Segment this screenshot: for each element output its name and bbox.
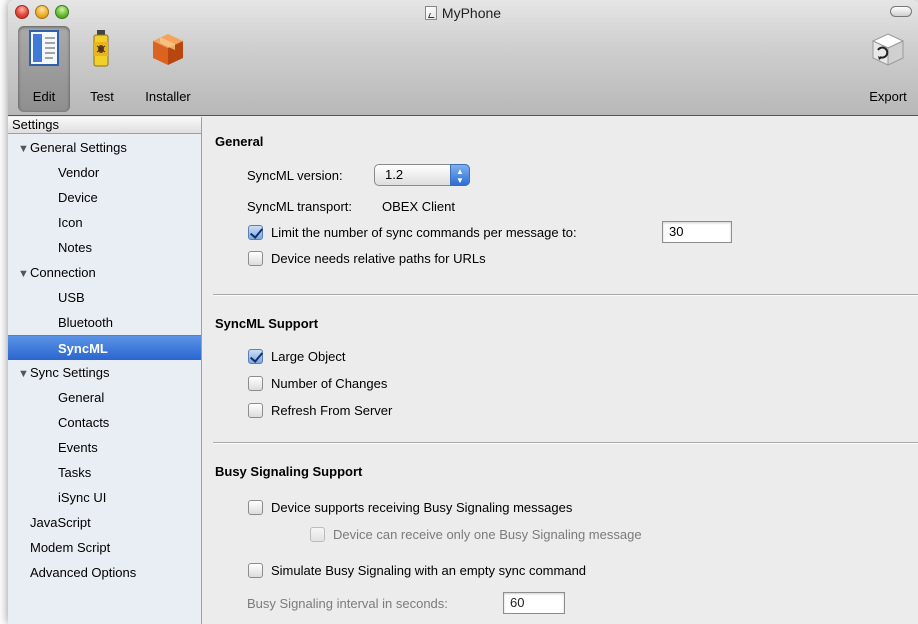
syncml-support-section-title: SyncML Support [215, 316, 319, 331]
sidebar-item-general-settings[interactable]: ▼General Settings [8, 135, 201, 160]
general-section-title: General [215, 134, 264, 149]
sidebar-item-general[interactable]: General [8, 385, 201, 410]
sidebar-item-vendor[interactable]: Vendor [8, 160, 201, 185]
sidebar-item-device[interactable]: Device [8, 185, 201, 210]
sidebar-item-usb[interactable]: USB [8, 285, 201, 310]
installer-toolbar-button[interactable]: Installer [136, 24, 200, 112]
sidebar-item-syncml[interactable]: SyncML [8, 335, 201, 360]
sidebar-item-label: JavaScript [30, 515, 91, 530]
sidebar-item-label: Bluetooth [58, 315, 113, 330]
export-cube-icon [871, 33, 905, 66]
sidebar-item-events[interactable]: Events [8, 435, 201, 460]
sidebar-item-tasks[interactable]: Tasks [8, 460, 201, 485]
syncml-version-value: 1.2 [385, 167, 404, 182]
sidebar-item-label: General Settings [30, 140, 127, 155]
title-bar: MyPhone [8, 0, 918, 24]
relative-paths-checkbox[interactable] [248, 251, 263, 266]
sidebar-item-label: USB [58, 290, 85, 305]
sidebar-item-label: Notes [58, 240, 92, 255]
refresh-from-server-checkbox[interactable] [248, 403, 263, 418]
large-object-checkbox[interactable] [248, 349, 263, 364]
disclosure-triangle-icon[interactable]: ▼ [18, 137, 30, 162]
number-of-changes-checkbox[interactable] [248, 376, 263, 391]
package-icon [153, 34, 183, 65]
sidebar-item-isync-ui[interactable]: iSync UI [8, 485, 201, 510]
section-divider [213, 294, 918, 296]
window-title: MyPhone [8, 5, 918, 21]
sidebar-item-label: Tasks [58, 465, 92, 480]
disclosure-triangle-icon[interactable]: ▼ [18, 262, 30, 287]
simulate-busy-checkbox[interactable] [248, 563, 263, 578]
sidebar-item-label: Sync Settings [30, 365, 110, 380]
sidebar-item-contacts[interactable]: Contacts [8, 410, 201, 435]
sidebar-item-modem-script[interactable]: Modem Script [8, 535, 201, 560]
sidebar-item-label: Icon [58, 215, 83, 230]
refresh-from-server-label: Refresh From Server [271, 403, 393, 418]
busy-interval-label: Busy Signaling interval in seconds: [247, 596, 448, 611]
sidebar-item-javascript[interactable]: JavaScript [8, 510, 201, 535]
syncml-version-popup[interactable]: 1.2 ▲ ▼ [374, 164, 470, 186]
sidebar-item-label: iSync UI [58, 490, 107, 505]
relative-paths-label: Device needs relative paths for URLs [271, 251, 486, 266]
sidebar-item-label: Modem Script [30, 540, 111, 555]
syncml-transport-value: OBEX Client [382, 199, 455, 214]
installer-label: Installer [145, 89, 191, 104]
unified-toolbar: MyPhone Edit Test Installer Export [8, 0, 918, 116]
syncml-settings-panel: General SyncML version: 1.2 ▲ ▼ SyncML tr… [203, 117, 918, 624]
disclosure-triangle-icon[interactable]: ▼ [18, 362, 30, 387]
sidebar-item-label: Device [58, 190, 98, 205]
busy-receive-checkbox[interactable] [248, 500, 263, 515]
sidebar-item-label: Events [58, 440, 98, 455]
edit-label: Edit [32, 89, 56, 104]
test-label: Test [90, 89, 114, 104]
limit-sync-commands-checkbox[interactable] [248, 225, 263, 240]
bug-spray-icon [93, 30, 109, 67]
limit-sync-commands-label: Limit the number of sync commands per me… [271, 225, 577, 240]
sync-commands-limit-input[interactable]: 30 [662, 221, 732, 243]
sidebar-item-label: Advanced Options [30, 565, 137, 580]
export-toolbar-button[interactable]: Export [860, 24, 916, 112]
sidebar-item-advanced-options[interactable]: Advanced Options [8, 560, 201, 585]
busy-receive-label: Device supports receiving Busy Signaling… [271, 500, 573, 515]
edit-toolbar-button[interactable]: Edit [18, 24, 70, 112]
sidebar-item-label: Vendor [58, 165, 100, 180]
document-icon [424, 6, 437, 20]
busy-only-one-label: Device can receive only one Busy Signali… [333, 527, 642, 542]
syncml-transport-label: SyncML transport: [247, 199, 353, 214]
test-toolbar-button[interactable]: Test [80, 24, 124, 112]
toolbar-toggle-button[interactable] [890, 6, 912, 17]
window-title-text: MyPhone [441, 5, 502, 21]
settings-sidebar: Settings ▼General Settings Vendor Device… [8, 117, 202, 624]
sidebar-item-label: SyncML [58, 341, 108, 356]
edit-icon [29, 30, 59, 66]
sidebar-item-label: General [58, 390, 105, 405]
simulate-busy-label: Simulate Busy Signaling with an empty sy… [271, 563, 587, 578]
sidebar-header[interactable]: Settings [8, 117, 201, 134]
sidebar-item-label: Connection [30, 265, 96, 280]
export-label: Export [869, 89, 907, 104]
syncml-version-label: SyncML version: [247, 168, 343, 183]
sidebar-item-sync-settings[interactable]: ▼Sync Settings [8, 360, 201, 385]
sidebar-item-connection[interactable]: ▼Connection [8, 260, 201, 285]
busy-only-one-checkbox[interactable] [310, 527, 325, 542]
section-divider [213, 442, 918, 444]
sidebar-item-bluetooth[interactable]: Bluetooth [8, 310, 201, 335]
sidebar-item-label: Contacts [58, 415, 110, 430]
busy-interval-input[interactable]: 60 [503, 592, 565, 614]
popup-arrows-icon: ▲ ▼ [450, 164, 470, 186]
main-window: MyPhone Edit Test Installer Export Setti… [8, 0, 918, 624]
sidebar-item-notes[interactable]: Notes [8, 235, 201, 260]
large-object-label: Large Object [271, 349, 346, 364]
sidebar-item-icon[interactable]: Icon [8, 210, 201, 235]
busy-signaling-section-title: Busy Signaling Support [215, 464, 363, 479]
number-of-changes-label: Number of Changes [271, 376, 388, 391]
